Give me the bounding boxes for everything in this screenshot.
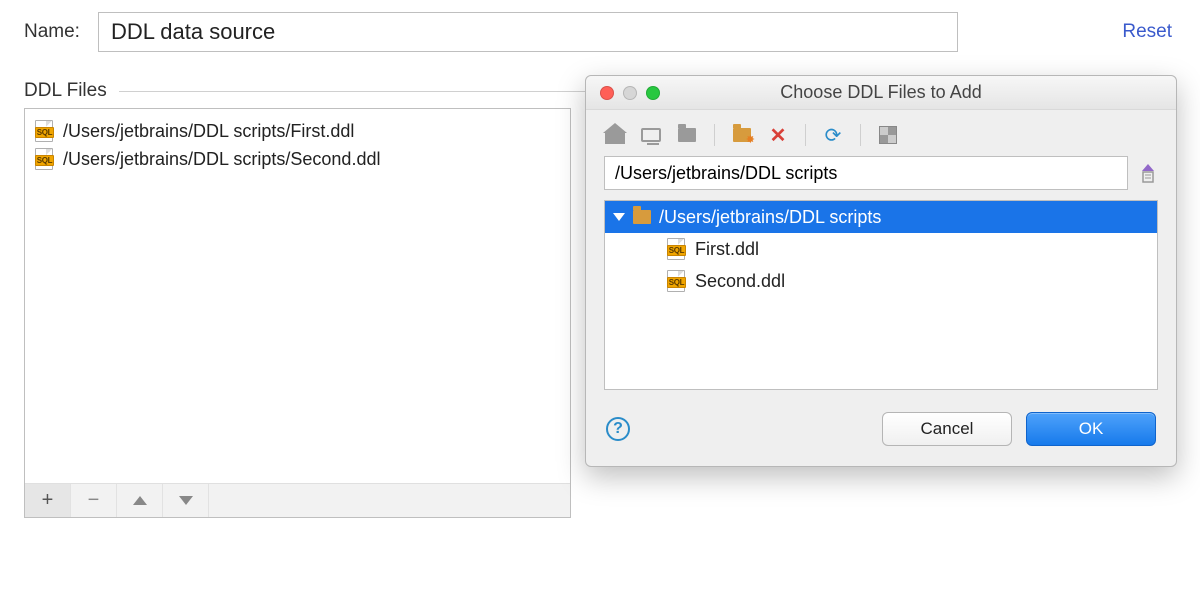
- refresh-icon: ⟳: [825, 123, 842, 148]
- name-label: Name:: [24, 21, 80, 43]
- remove-button[interactable]: −: [71, 484, 117, 517]
- sql-file-icon: SQL: [35, 120, 55, 142]
- delete-icon: ✕: [770, 123, 787, 148]
- sql-file-icon: SQL: [667, 238, 687, 260]
- tree-file-row[interactable]: SQL First.ddl: [605, 233, 1157, 265]
- home-icon: [605, 126, 625, 144]
- history-icon: [1139, 162, 1157, 184]
- desktop-button[interactable]: [640, 124, 662, 146]
- help-icon: ?: [613, 420, 623, 438]
- new-folder-icon: [733, 128, 751, 142]
- dialog-titlebar[interactable]: Choose DDL Files to Add: [586, 76, 1176, 110]
- toolbar-separator: [805, 124, 806, 146]
- toolbar-separator: [714, 124, 715, 146]
- plus-icon: +: [42, 489, 54, 512]
- delete-button[interactable]: ✕: [767, 124, 789, 146]
- ddl-files-label: DDL Files: [24, 80, 107, 102]
- show-hidden-icon: [879, 126, 897, 144]
- disclosure-triangle-icon[interactable]: [613, 213, 625, 221]
- tree-folder-label: /Users/jetbrains/DDL scripts: [659, 207, 881, 228]
- project-icon: [678, 128, 696, 142]
- tree-file-row[interactable]: SQL Second.ddl: [605, 265, 1157, 297]
- tree-folder-row[interactable]: /Users/jetbrains/DDL scripts: [605, 201, 1157, 233]
- history-button[interactable]: [1138, 161, 1158, 185]
- sql-file-icon: SQL: [35, 148, 55, 170]
- home-button[interactable]: [604, 124, 626, 146]
- refresh-button[interactable]: ⟳: [822, 124, 844, 146]
- ok-button[interactable]: OK: [1026, 412, 1156, 446]
- path-input[interactable]: [604, 156, 1128, 190]
- minus-icon: −: [88, 489, 100, 512]
- triangle-down-icon: [179, 496, 193, 505]
- desktop-icon: [641, 128, 661, 142]
- folder-icon: [633, 210, 651, 224]
- dialog-toolbar: ✕ ⟳: [586, 110, 1176, 156]
- move-down-button[interactable]: [163, 484, 209, 517]
- dialog-title: Choose DDL Files to Add: [586, 82, 1176, 103]
- sql-file-icon: SQL: [667, 270, 687, 292]
- file-path: /Users/jetbrains/DDL scripts/First.ddl: [63, 121, 354, 142]
- reset-link[interactable]: Reset: [1122, 21, 1172, 43]
- file-row[interactable]: SQL /Users/jetbrains/DDL scripts/Second.…: [35, 145, 560, 173]
- file-row[interactable]: SQL /Users/jetbrains/DDL scripts/First.d…: [35, 117, 560, 145]
- files-toolbar: + −: [25, 483, 570, 517]
- name-input[interactable]: [98, 12, 958, 52]
- toolbar-separator: [860, 124, 861, 146]
- ok-label: OK: [1079, 419, 1104, 439]
- cancel-label: Cancel: [921, 419, 974, 439]
- show-hidden-button[interactable]: [877, 124, 899, 146]
- ddl-files-panel: SQL /Users/jetbrains/DDL scripts/First.d…: [24, 108, 571, 518]
- tree-file-label: Second.ddl: [695, 271, 785, 292]
- move-up-button[interactable]: [117, 484, 163, 517]
- new-folder-button[interactable]: [731, 124, 753, 146]
- help-button[interactable]: ?: [606, 417, 630, 441]
- cancel-button[interactable]: Cancel: [882, 412, 1012, 446]
- triangle-up-icon: [133, 496, 147, 505]
- add-button[interactable]: +: [25, 484, 71, 517]
- tree-file-label: First.ddl: [695, 239, 759, 260]
- file-path: /Users/jetbrains/DDL scripts/Second.ddl: [63, 149, 380, 170]
- choose-files-dialog: Choose DDL Files to Add ✕ ⟳ /Users/j: [585, 75, 1177, 467]
- file-tree[interactable]: /Users/jetbrains/DDL scripts SQL First.d…: [604, 200, 1158, 390]
- project-button[interactable]: [676, 124, 698, 146]
